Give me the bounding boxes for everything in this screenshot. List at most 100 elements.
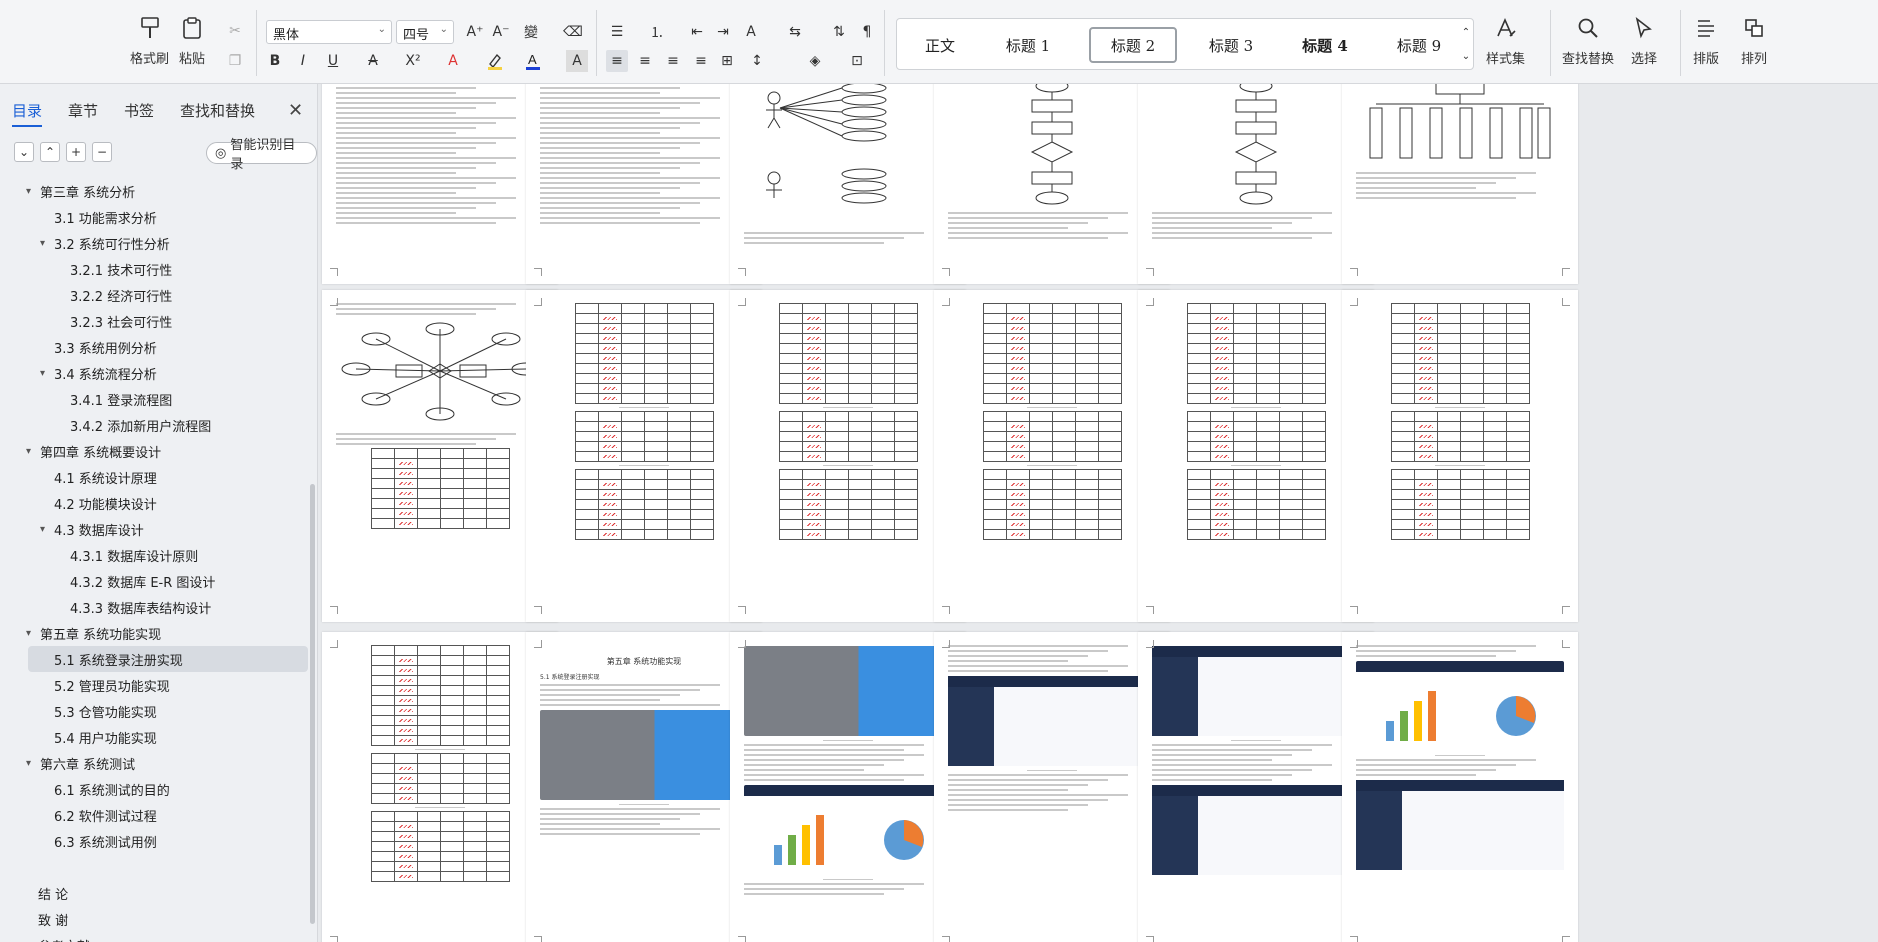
char-shading-icon[interactable]: A (566, 50, 588, 72)
toc-item[interactable]: ▾ 3.2 系统可行性分析 (0, 230, 310, 256)
toc-item[interactable]: ▾ 第四章 系统概要设计 (0, 438, 310, 464)
toc-item[interactable]: 5.2 管理员功能实现 (0, 672, 310, 698)
phonetic-guide-icon[interactable]: 變 (520, 21, 542, 43)
document-page[interactable] (1138, 84, 1374, 284)
font-color-icon[interactable]: A (522, 50, 544, 72)
format-painter-button[interactable]: 格式刷 (130, 14, 169, 67)
toc-item[interactable]: 4.1 系统设计原理 (0, 464, 310, 490)
document-page[interactable] (1138, 632, 1374, 942)
decrease-indent-icon[interactable]: ⇤ (686, 21, 708, 43)
distributed-icon[interactable]: ⊞ (716, 50, 738, 72)
document-page[interactable] (934, 632, 1170, 942)
toc-item[interactable]: 3.2.3 社会可行性 (0, 308, 310, 334)
chevron-down-icon[interactable]: ▾ (40, 524, 54, 535)
toc-item[interactable]: 3.2.1 技术可行性 (0, 256, 310, 282)
toc-item[interactable]: 6.3 系统测试用例 (0, 828, 310, 854)
document-page[interactable]: 第五章 系统功能实现 5.1 系统登录注册实现 (526, 632, 762, 942)
toc-item[interactable]: ▾ 3.4 系统流程分析 (0, 360, 310, 386)
expand-icon[interactable]: ⌃ (40, 142, 60, 162)
document-page[interactable] (730, 632, 966, 942)
toc-item[interactable]: 4.2 功能模块设计 (0, 490, 310, 516)
grow-font-icon[interactable]: A⁺ (464, 21, 486, 43)
tab-find-replace[interactable]: 查找和替换 (180, 100, 255, 121)
text-direction-icon[interactable]: ⇆ (784, 21, 806, 43)
document-page[interactable] (322, 632, 558, 942)
toc-item[interactable]: 结 论 (0, 880, 310, 906)
document-page[interactable] (1138, 290, 1374, 622)
document-page[interactable] (1342, 632, 1578, 942)
document-page[interactable] (526, 84, 762, 284)
toc-item[interactable]: 致 谢 (0, 906, 310, 932)
italic-icon[interactable]: I (292, 50, 314, 72)
arrange-button[interactable]: 排列 (1740, 14, 1768, 67)
add-icon[interactable]: + (66, 142, 86, 162)
remove-icon[interactable]: − (92, 142, 112, 162)
line-spacing-icon[interactable]: ↕ (746, 50, 768, 72)
toc-item[interactable]: ▾ 第三章 系统分析 (0, 178, 310, 204)
toc-item[interactable]: ▾ 第五章 系统功能实现 (0, 620, 310, 646)
document-page[interactable] (1342, 84, 1578, 284)
toc-item[interactable]: 3.1 功能需求分析 (0, 204, 310, 230)
chevron-down-icon[interactable]: ▾ (26, 628, 40, 639)
style-heading-9[interactable]: 标题 9 (1377, 27, 1461, 63)
font-size-dropdown[interactable]: 四号 ⌄ (396, 20, 454, 44)
align-right-icon[interactable]: ≡ (662, 50, 684, 72)
clear-format-icon[interactable]: ⌫ (562, 21, 584, 43)
chevron-down-icon[interactable]: ⌄ (1455, 45, 1477, 67)
toc-item[interactable]: 3.2.2 经济可行性 (0, 282, 310, 308)
style-heading-1[interactable]: 标题 1 (983, 27, 1073, 63)
find-replace-button[interactable]: 查找替换 (1562, 14, 1614, 67)
tab-toc[interactable]: 目录 (12, 100, 43, 127)
numbered-list-icon[interactable]: ⒈ (646, 21, 668, 43)
text-effect-icon[interactable]: A (442, 50, 464, 72)
cut-icon[interactable]: ✂ (224, 20, 246, 42)
toc-item[interactable]: ▾ 第六章 系统测试 (0, 750, 310, 776)
document-page[interactable] (934, 84, 1170, 284)
justify-icon[interactable]: ≡ (690, 50, 712, 72)
toc-item[interactable]: 3.4.2 添加新用户流程图 (0, 412, 310, 438)
chevron-down-icon[interactable]: ▾ (26, 758, 40, 769)
style-normal[interactable]: 正文 (905, 27, 975, 63)
border-icon[interactable]: ⊡ (846, 50, 868, 72)
toc-item[interactable]: 3.3 系统用例分析 (0, 334, 310, 360)
chinese-layout-icon[interactable]: A (740, 21, 762, 43)
collapse-all-icon[interactable]: ⌄ (14, 142, 34, 162)
document-page[interactable] (322, 290, 558, 622)
align-center-icon[interactable]: ≡ (634, 50, 656, 72)
document-page[interactable] (322, 84, 558, 284)
document-page[interactable] (730, 290, 966, 622)
toc-item[interactable]: 6.1 系统测试的目的 (0, 776, 310, 802)
toc-item[interactable]: 5.4 用户功能实现 (0, 724, 310, 750)
chevron-down-icon[interactable]: ▾ (26, 446, 40, 457)
toc-item-selected[interactable]: 5.1 系统登录注册实现 (28, 646, 308, 672)
document-page[interactable] (934, 290, 1170, 622)
chevron-down-icon[interactable]: ▾ (40, 368, 54, 379)
toc-item[interactable]: 3.4.1 登录流程图 (0, 386, 310, 412)
align-left-icon[interactable]: ≡ (606, 50, 628, 72)
shading-icon[interactable]: ◈ (804, 50, 826, 72)
toc-scrollbar[interactable] (310, 484, 315, 924)
toc-item[interactable]: ▾ 4.3 数据库设计 (0, 516, 310, 542)
style-heading-4[interactable]: 标题 4 (1283, 27, 1367, 63)
strikethrough-icon[interactable]: A (362, 50, 384, 72)
chevron-up-icon[interactable]: ⌃ (1455, 21, 1477, 43)
font-name-dropdown[interactable]: 黑体 ⌄ (266, 20, 392, 44)
toc-item[interactable]: 4.3.2 数据库 E-R 图设计 (0, 568, 310, 594)
shrink-font-icon[interactable]: A⁻ (490, 21, 512, 43)
toc-item[interactable]: 5.3 仓管功能实现 (0, 698, 310, 724)
superscript-icon[interactable]: X² (402, 50, 424, 72)
typesetting-button[interactable]: 排版 (1692, 14, 1720, 67)
show-marks-icon[interactable]: ¶ (856, 21, 878, 43)
toc-item[interactable]: 6.2 软件测试过程 (0, 802, 310, 828)
sort-icon[interactable]: ⇅ (828, 21, 850, 43)
close-icon[interactable]: ✕ (288, 100, 303, 121)
toc-item[interactable]: 4.3.1 数据库设计原则 (0, 542, 310, 568)
chevron-down-icon[interactable]: ▾ (26, 186, 40, 197)
bold-icon[interactable]: B (264, 50, 286, 72)
document-page[interactable] (1342, 290, 1578, 622)
select-button[interactable]: 选择 (1630, 14, 1658, 67)
highlight-icon[interactable] (484, 50, 506, 72)
style-set-button[interactable]: 样式集 (1486, 14, 1525, 67)
toc-item[interactable]: 4.3.3 数据库表结构设计 (0, 594, 310, 620)
chevron-down-icon[interactable]: ▾ (40, 238, 54, 249)
